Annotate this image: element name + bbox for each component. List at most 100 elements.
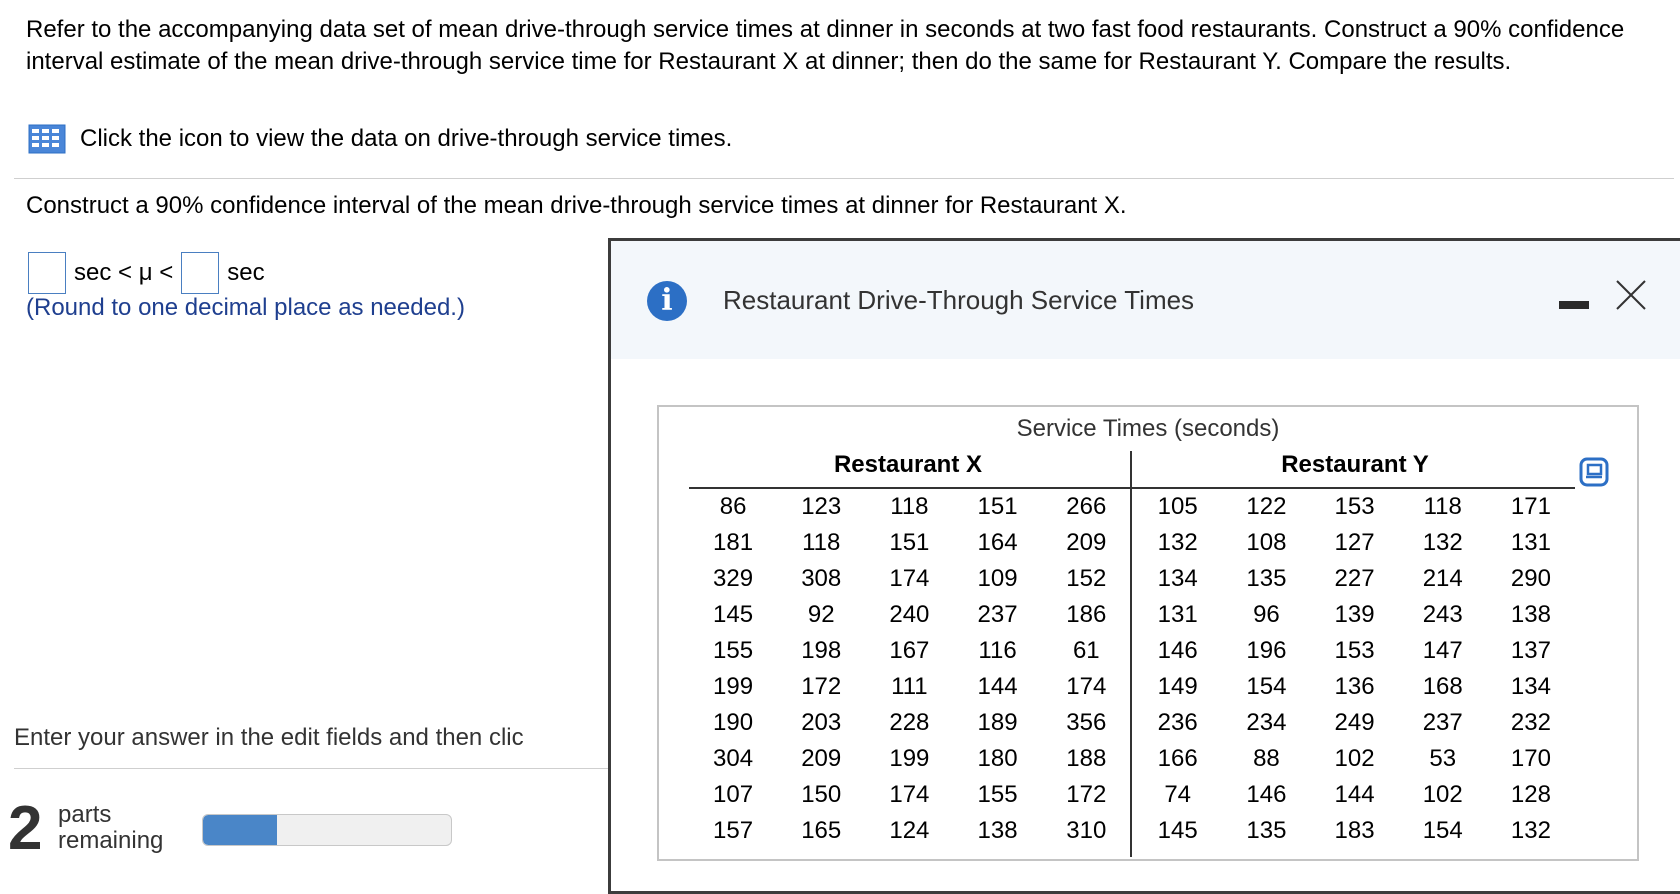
restaurant-x-cell: 198: [801, 637, 842, 664]
minimize-icon[interactable]: [1559, 301, 1589, 309]
restaurant-y-cell: 131: [1510, 529, 1551, 556]
restaurant-y-cell: 145: [1157, 817, 1198, 844]
restaurant-y-cell: 196: [1246, 637, 1287, 664]
parts-label-line2: remaining: [58, 827, 164, 854]
restaurant-x-cell: 116: [978, 637, 1017, 664]
restaurant-y-cell: 168: [1422, 673, 1463, 700]
data-link-label[interactable]: Click the icon to view the data on drive…: [80, 125, 732, 153]
restaurant-x-cell: 329: [713, 565, 754, 592]
restaurant-x-cell: 237: [977, 601, 1018, 628]
restaurant-y-cell: 234: [1246, 709, 1287, 736]
table-caption: Service Times (seconds): [1016, 415, 1280, 442]
restaurant-x-cell: 209: [801, 745, 842, 772]
restaurant-x-cell: 240: [889, 601, 930, 628]
restaurant-y-cell: 153: [1334, 637, 1375, 664]
restaurant-x-cell: 118: [802, 529, 841, 556]
dialog-title: Restaurant Drive-Through Service Times: [723, 285, 1195, 315]
restaurant-x-cell: 174: [889, 565, 930, 592]
restaurant-x-cell: 190: [713, 709, 754, 736]
restaurant-x-cell: 304: [713, 745, 754, 772]
restaurant-y-cell: 102: [1422, 781, 1463, 808]
restaurant-y-header: Restaurant Y: [1281, 451, 1429, 478]
restaurant-y-cell: 171: [1510, 493, 1551, 520]
restaurant-x-cell: 266: [1066, 493, 1107, 520]
restaurant-y-cell: 122: [1246, 493, 1287, 520]
table-row: 155 198 167 116 61 146 196 153 147 137: [689, 633, 1575, 669]
restaurant-x-cell: 124: [889, 817, 930, 844]
restaurant-y-cell: 183: [1334, 817, 1375, 844]
restaurant-x-cell: 181: [713, 529, 754, 556]
restaurant-x-cell: 152: [1066, 565, 1107, 592]
progress-bar: [202, 814, 452, 846]
restaurant-y-cell: 154: [1422, 817, 1463, 844]
restaurant-y-cell: 134: [1510, 673, 1551, 700]
restaurant-x-cell: 310: [1066, 817, 1107, 844]
restaurant-y-cell: 105: [1157, 493, 1198, 520]
restaurant-x-header: Restaurant X: [833, 451, 983, 478]
restaurant-y-cell: 170: [1510, 745, 1551, 772]
restaurant-y-cell: 131: [1157, 601, 1198, 628]
data-dialog: i Restaurant Drive-Through Service Times…: [608, 238, 1680, 894]
restaurant-y-cell: 132: [1157, 529, 1198, 556]
info-icon: i: [647, 281, 687, 321]
restaurant-x-cell: 151: [889, 529, 930, 556]
restaurant-y-cell: 147: [1422, 637, 1463, 664]
restaurant-y-cell: 132: [1422, 529, 1463, 556]
parts-remaining-label: parts remaining: [58, 802, 163, 854]
restaurant-y-cell: 154: [1246, 673, 1287, 700]
restaurant-y-cell: 102: [1334, 745, 1375, 772]
restaurant-x-cell: 172: [801, 673, 842, 700]
lower-bound-input[interactable]: [28, 252, 66, 294]
restaurant-x-cell: 109: [977, 565, 1018, 592]
restaurant-y-cell: 214: [1422, 565, 1463, 592]
restaurant-y-cell: 74: [1164, 781, 1192, 808]
restaurant-x-cell: 188: [1066, 745, 1107, 772]
parts-label-line1: parts: [58, 801, 112, 828]
restaurant-x-cell: 228: [889, 709, 930, 736]
restaurant-x-cell: 155: [977, 781, 1018, 808]
restaurant-x-cell: 150: [801, 781, 842, 808]
restaurant-y-cell: 137: [1510, 637, 1551, 664]
parts-remaining-count: 2: [8, 794, 43, 863]
table-row: 181 118 151 164 209 132 108 127 132 131: [689, 525, 1575, 561]
restaurant-x-cell: 138: [977, 817, 1018, 844]
restaurant-y-cell: 243: [1422, 601, 1463, 628]
divider: [14, 178, 1674, 179]
restaurant-x-cell: 164: [977, 529, 1018, 556]
dialog-header: i Restaurant Drive-Through Service Times: [611, 241, 1680, 359]
restaurant-x-cell: 209: [1066, 529, 1107, 556]
data-table-frame: Service Times (seconds) Restaurant X Res…: [657, 405, 1639, 861]
table-row: 304 209 199 180 188 166 88 102 53 170: [689, 741, 1575, 777]
table-row: 145 92 240 237 186 131 96 139 243 138: [689, 597, 1575, 633]
restaurant-x-cell: 203: [801, 709, 842, 736]
restaurant-y-cell: 135: [1246, 565, 1287, 592]
restaurant-y-cell: 128: [1510, 781, 1551, 808]
restaurant-x-cell: 155: [713, 637, 754, 664]
restaurant-y-cell: 139: [1334, 601, 1375, 628]
service-times-table: 86 123 118 151 266 105 122 153 118 171 181 118 151 16…: [689, 489, 1575, 849]
table-row: 86 123 118 151 266 105 122 153 118 171: [689, 489, 1575, 525]
answer-inequality-label: sec < μ <: [74, 259, 174, 286]
data-link[interactable]: Click the icon to view the data on drive…: [28, 124, 732, 154]
restaurant-y-cell: 96: [1253, 601, 1280, 628]
copy-icon[interactable]: [1579, 457, 1609, 487]
restaurant-x-cell: 145: [713, 601, 754, 628]
restaurant-x-cell: 107: [713, 781, 754, 808]
upper-bound-input[interactable]: [181, 252, 220, 294]
restaurant-y-cell: 227: [1334, 565, 1375, 592]
close-icon[interactable]: [1611, 275, 1651, 315]
restaurant-x-cell: 123: [801, 493, 842, 520]
restaurant-x-cell: 308: [801, 565, 842, 592]
table-row: 329 308 174 109 152 134 135 227 214 290: [689, 561, 1575, 597]
restaurant-x-cell: 157: [713, 817, 754, 844]
restaurant-y-cell: 138: [1510, 601, 1551, 628]
restaurant-x-cell: 118: [890, 493, 929, 520]
restaurant-y-cell: 249: [1334, 709, 1375, 736]
restaurant-y-cell: 153: [1334, 493, 1375, 520]
data-grid-icon[interactable]: [28, 124, 66, 154]
restaurant-x-cell: 172: [1066, 781, 1107, 808]
restaurant-x-cell: 144: [977, 673, 1018, 700]
rounding-note: (Round to one decimal place as needed.): [26, 294, 465, 321]
restaurant-y-cell: 134: [1157, 565, 1198, 592]
restaurant-x-cell: 180: [977, 745, 1018, 772]
